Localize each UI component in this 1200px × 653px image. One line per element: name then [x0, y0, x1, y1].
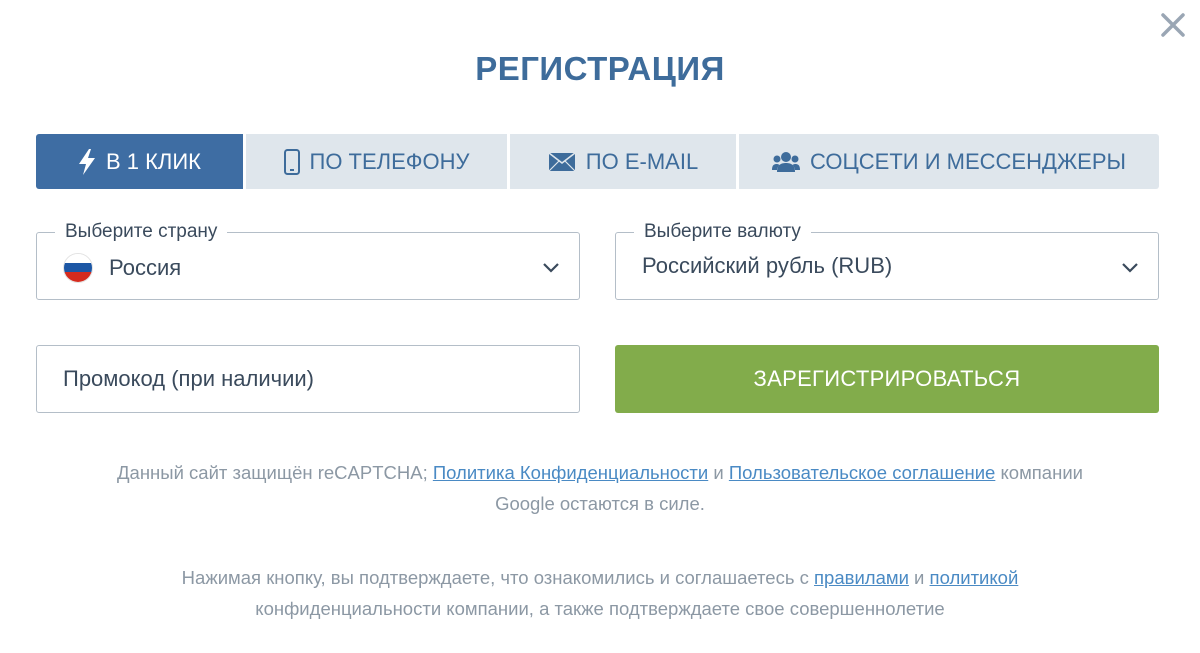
currency-select[interactable]: Выберите валюту Российский рубль (RUB) [615, 221, 1159, 300]
tab-social[interactable]: СОЦСЕТИ И МЕССЕНДЖЕРЫ [739, 134, 1159, 189]
policy-link[interactable]: политикой [930, 567, 1019, 588]
tab-label: СОЦСЕТИ И МЕССЕНДЖЕРЫ [809, 148, 1126, 174]
country-select[interactable]: Выберите страну Россия [36, 221, 580, 300]
tab-label: ПО E-MAIL [585, 148, 699, 174]
tab-email[interactable]: ПО E-MAIL [510, 134, 736, 189]
country-value: Россия [109, 255, 182, 280]
chevron-down-icon [543, 263, 559, 273]
recaptcha-note: Данный сайт защищён reCAPTCHA; Политика … [117, 462, 1083, 514]
registration-tabs: В 1 КЛИК ПО ТЕЛЕФОНУ ПО E-MAIL СОЦСЕТИ И… [36, 134, 1159, 189]
envelope-icon [548, 151, 576, 172]
russia-flag-icon [63, 253, 93, 283]
tab-label: В 1 КЛИК [105, 148, 201, 174]
lightning-icon [78, 148, 96, 175]
chevron-down-icon [1122, 263, 1138, 273]
promo-code-input[interactable] [36, 345, 580, 413]
country-label: Выберите страну [55, 221, 228, 243]
close-icon[interactable] [1158, 10, 1188, 40]
tab-label: ПО ТЕЛЕФОНУ [309, 148, 470, 174]
currency-label: Выберите валюту [634, 221, 811, 243]
phone-icon [283, 148, 300, 175]
consent-note: Нажимая кнопку, вы подтверждаете, что оз… [181, 567, 1019, 619]
register-button[interactable]: ЗАРЕГИСТРИРОВАТЬСЯ [615, 345, 1159, 413]
users-icon [771, 151, 800, 173]
tab-one-click[interactable]: В 1 КЛИК [36, 134, 243, 189]
terms-link[interactable]: Пользовательское соглашение [729, 462, 995, 483]
page-title: РЕГИСТРАЦИЯ [475, 50, 725, 87]
privacy-policy-link[interactable]: Политика Конфиденциальности [433, 462, 708, 483]
rules-link[interactable]: правилами [814, 567, 909, 588]
currency-value: Российский рубль (RUB) [642, 253, 893, 278]
tab-phone[interactable]: ПО ТЕЛЕФОНУ [246, 134, 507, 189]
